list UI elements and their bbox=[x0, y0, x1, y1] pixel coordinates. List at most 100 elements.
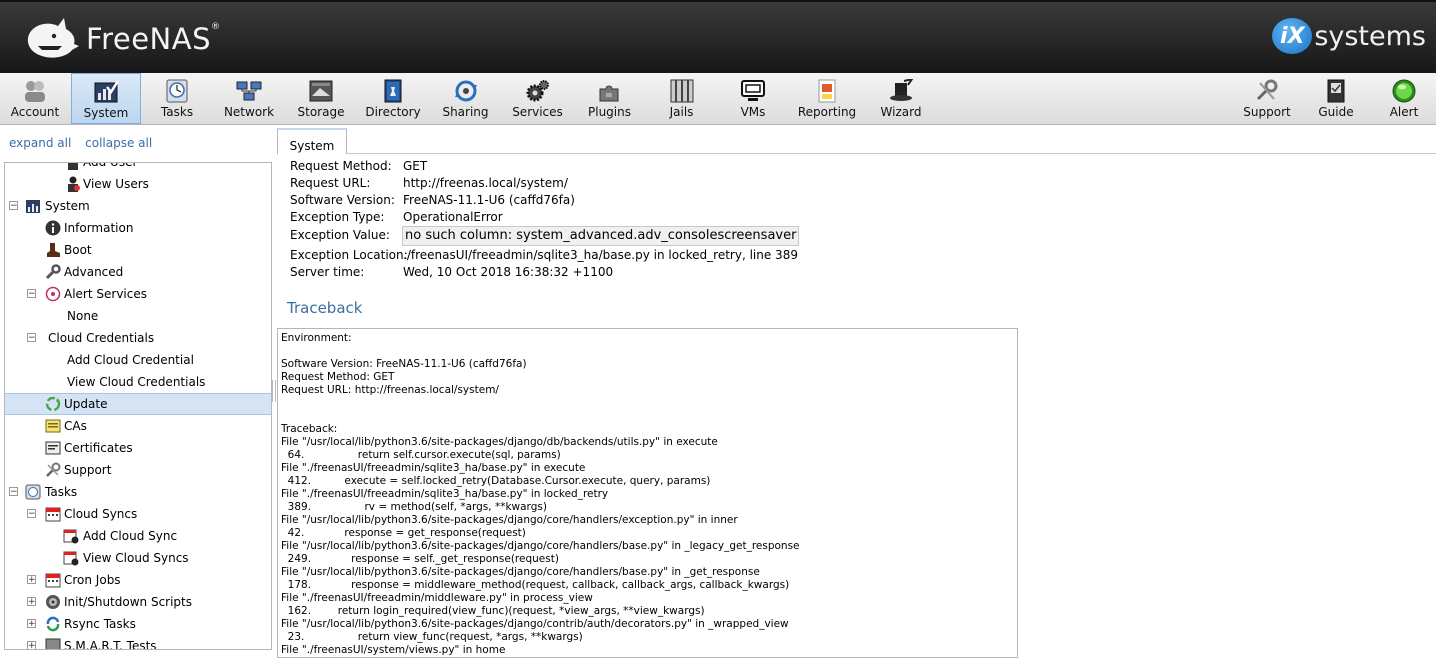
tree-item-add-cloud-sync[interactable]: Add Cloud Sync bbox=[5, 525, 271, 547]
toolbar-services[interactable]: Services bbox=[502, 73, 573, 124]
calendar-icon bbox=[45, 507, 61, 522]
certificate-icon bbox=[45, 441, 61, 455]
tree-item-smart-tests[interactable]: + S.M.A.R.T. Tests bbox=[5, 635, 271, 649]
toolbar-guide[interactable]: Guide bbox=[1304, 73, 1368, 124]
server-time-value: Wed, 10 Oct 2018 16:38:32 +1100 bbox=[403, 265, 614, 279]
toolbar-directory[interactable]: Directory bbox=[357, 73, 429, 124]
tree-item-advanced[interactable]: Advanced bbox=[5, 261, 271, 283]
tree-item-add-cloud-credential[interactable]: Add Cloud Credential bbox=[5, 349, 271, 371]
toolbar-account[interactable]: Account bbox=[0, 73, 70, 124]
tree-item-alert-services[interactable]: − Alert Services bbox=[5, 283, 271, 305]
request-method-value: GET bbox=[403, 159, 428, 173]
collapse-toggle[interactable]: − bbox=[9, 487, 18, 497]
tree-item-none[interactable]: None bbox=[5, 305, 271, 327]
app-header: FreeNAS® iX systems bbox=[0, 0, 1436, 73]
tree-item-support[interactable]: Support bbox=[5, 459, 271, 481]
main-toolbar: Account System Tasks Network Storage Dir… bbox=[0, 73, 1436, 125]
traceback-textarea[interactable]: Environment: Software Version: FreeNAS-1… bbox=[277, 328, 1018, 658]
support-icon bbox=[1256, 79, 1278, 101]
expand-toggle[interactable]: + bbox=[27, 619, 36, 629]
collapse-toggle[interactable]: − bbox=[27, 289, 36, 299]
freenas-logo[interactable]: FreeNAS® bbox=[24, 14, 220, 64]
exception-type-value: OperationalError bbox=[403, 210, 503, 224]
freenas-shark-icon bbox=[27, 18, 79, 58]
sharing-icon bbox=[454, 80, 477, 102]
tree-item-system[interactable]: − System bbox=[5, 195, 271, 217]
user-add-icon bbox=[68, 163, 78, 170]
expand-toggle[interactable]: + bbox=[27, 575, 36, 585]
tree-item-init-shutdown-scripts[interactable]: + Init/Shutdown Scripts bbox=[5, 591, 271, 613]
reporting-icon bbox=[818, 79, 836, 103]
smart-icon bbox=[45, 638, 61, 649]
tree-item-add-user[interactable]: Add User bbox=[5, 163, 271, 173]
toolbar-jails[interactable]: Jails bbox=[646, 73, 717, 124]
main-content: System Request Method: GET Request URL: … bbox=[277, 126, 1436, 658]
collapse-toggle[interactable]: − bbox=[9, 201, 18, 211]
update-icon bbox=[45, 396, 61, 412]
navigation-pane: expand all collapse all Add User View Us… bbox=[0, 126, 272, 652]
storage-icon bbox=[309, 80, 333, 102]
directory-icon bbox=[384, 79, 402, 103]
request-url-value: http://freenas.local/system/ bbox=[403, 176, 568, 190]
exception-value-label: Exception Value: bbox=[290, 228, 390, 242]
exception-location-label: Exception Location: bbox=[290, 248, 408, 262]
exception-type-label: Exception Type: bbox=[290, 210, 385, 224]
ixsystems-logo[interactable]: iX systems bbox=[1272, 18, 1426, 54]
network-icon bbox=[236, 81, 262, 101]
users-icon bbox=[68, 176, 80, 192]
toolbar-wizard[interactable]: Wizard bbox=[866, 73, 936, 124]
support-icon bbox=[46, 462, 61, 477]
tree-item-cloud-syncs[interactable]: − Cloud Syncs bbox=[5, 503, 271, 525]
toolbar-plugins[interactable]: Plugins bbox=[574, 73, 645, 124]
plugins-icon bbox=[599, 85, 618, 102]
tree-item-rsync-tasks[interactable]: + Rsync Tasks bbox=[5, 613, 271, 635]
software-version-label: Software Version: bbox=[290, 193, 395, 207]
tree-item-certificates[interactable]: Certificates bbox=[5, 437, 271, 459]
tree-controls: expand all collapse all bbox=[9, 136, 162, 150]
collapse-toggle[interactable]: − bbox=[27, 509, 36, 519]
collapse-all-link[interactable]: collapse all bbox=[85, 136, 152, 150]
toolbar-support[interactable]: Support bbox=[1231, 73, 1303, 124]
wrench-icon bbox=[45, 264, 61, 280]
ix-mark: iX bbox=[1272, 18, 1313, 54]
tree-item-view-users[interactable]: View Users bbox=[5, 173, 271, 195]
exception-value: no such column: system_advanced.adv_cons… bbox=[402, 226, 800, 246]
tree-item-boot[interactable]: Boot bbox=[5, 239, 271, 261]
toolbar-system[interactable]: System bbox=[71, 73, 141, 124]
tree-item-view-cloud-syncs[interactable]: View Cloud Syncs bbox=[5, 547, 271, 569]
calendar-add-icon bbox=[63, 551, 79, 566]
pane-splitter[interactable] bbox=[272, 380, 276, 402]
toolbar-alert[interactable]: Alert bbox=[1372, 73, 1436, 124]
tree-item-cloud-credentials[interactable]: − Cloud Credentials bbox=[5, 327, 271, 349]
tasks-icon bbox=[166, 79, 188, 103]
software-version-value: FreeNAS-11.1-U6 (caffd76fa) bbox=[403, 193, 575, 207]
navigation-tree[interactable]: Add User View Users − System Information… bbox=[4, 162, 272, 650]
tree-item-update[interactable]: Update bbox=[5, 393, 271, 415]
request-method-label: Request Method: bbox=[290, 159, 392, 173]
rsync-icon bbox=[46, 616, 60, 632]
traceback-text: Environment: Software Version: FreeNAS-1… bbox=[281, 332, 800, 656]
toolbar-sharing[interactable]: Sharing bbox=[430, 73, 501, 124]
expand-toggle[interactable]: + bbox=[27, 641, 36, 649]
collapse-toggle[interactable]: − bbox=[27, 333, 36, 343]
tree-item-tasks[interactable]: − Tasks bbox=[5, 481, 271, 503]
tab-system[interactable]: System bbox=[277, 128, 347, 154]
toolbar-reporting[interactable]: Reporting bbox=[789, 73, 865, 124]
boot-icon bbox=[47, 243, 60, 257]
toolbar-vms[interactable]: VMs bbox=[718, 73, 788, 124]
toolbar-network[interactable]: Network bbox=[213, 73, 285, 124]
system-icon bbox=[94, 80, 119, 103]
tasks-icon bbox=[25, 484, 41, 500]
tree-item-view-cloud-credentials[interactable]: View Cloud Credentials bbox=[5, 371, 271, 393]
expand-all-link[interactable]: expand all bbox=[9, 136, 71, 150]
expand-toggle[interactable]: + bbox=[27, 597, 36, 607]
tree-item-information[interactable]: Information bbox=[5, 217, 271, 239]
toolbar-storage[interactable]: Storage bbox=[286, 73, 356, 124]
vms-icon bbox=[741, 80, 765, 101]
tree-item-cas[interactable]: CAs bbox=[5, 415, 271, 437]
toolbar-tasks[interactable]: Tasks bbox=[142, 73, 212, 124]
server-time-label: Server time: bbox=[290, 265, 365, 279]
tree-item-cron-jobs[interactable]: + Cron Jobs bbox=[5, 569, 271, 591]
jails-icon bbox=[670, 79, 693, 103]
ix-logo-text: systems bbox=[1314, 20, 1426, 52]
